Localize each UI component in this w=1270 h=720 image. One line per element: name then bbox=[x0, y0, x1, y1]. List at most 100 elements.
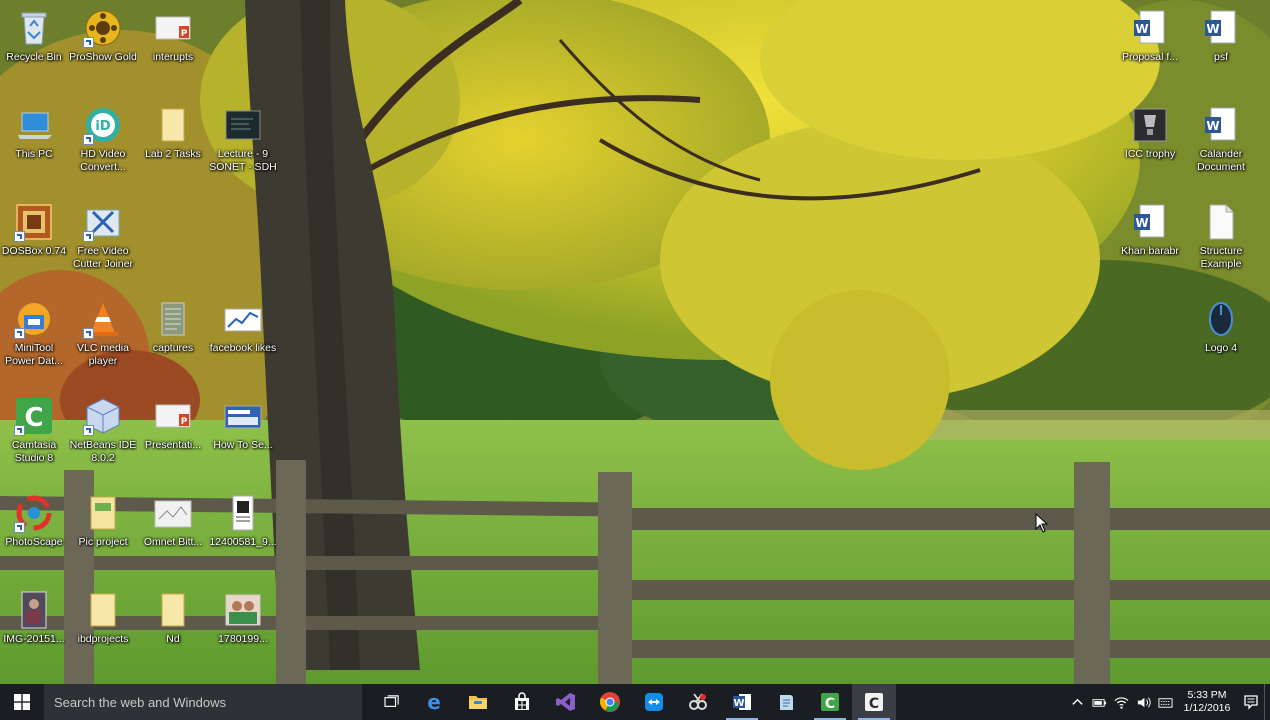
desktop-icon-logo-4[interactable]: Logo 4 bbox=[1187, 295, 1255, 387]
taskbar-app-snipping[interactable] bbox=[676, 684, 720, 720]
clock-button[interactable]: 5:33 PM 1/12/2016 bbox=[1176, 684, 1238, 720]
desktop-icon-camtasia[interactable]: C Camtasia Studio 8 bbox=[0, 392, 68, 484]
desktop-icon-psf[interactable]: W psf bbox=[1187, 4, 1255, 96]
desktop-icon-lab-2-tasks[interactable]: Lab 2 Tasks bbox=[139, 101, 207, 193]
action-center-button[interactable] bbox=[1238, 684, 1264, 720]
svg-text:W: W bbox=[1206, 119, 1219, 133]
desktop-icon-nd[interactable]: Nd bbox=[139, 586, 207, 678]
taskbar-app-store[interactable] bbox=[500, 684, 544, 720]
desktop-icon-1780199[interactable]: 1780199... bbox=[209, 586, 277, 678]
desktop-icon-label: This PC bbox=[15, 148, 53, 160]
taskbar-app-teamviewer[interactable] bbox=[632, 684, 676, 720]
desktop-icon-recycle-bin[interactable]: Recycle Bin bbox=[0, 4, 68, 96]
desktop-icon-free-video-cutter[interactable]: Free Video Cutter Joiner bbox=[69, 198, 137, 290]
desktop-icon-label: PhotoScape bbox=[5, 536, 63, 548]
taskbar-app-chrome[interactable] bbox=[588, 684, 632, 720]
taskbar-app-word[interactable]: W bbox=[720, 684, 764, 720]
chrome-icon bbox=[599, 692, 620, 712]
taskbar-app-file-explorer[interactable] bbox=[456, 684, 500, 720]
system-tray: 5:33 PM 1/12/2016 bbox=[1066, 684, 1270, 720]
trophy-image-icon bbox=[1130, 105, 1170, 145]
svg-text:e: e bbox=[427, 691, 441, 713]
desktop-icon-interupts[interactable]: P interupts bbox=[139, 4, 207, 96]
desktop-icon-photoscape[interactable]: PhotoScape bbox=[0, 489, 68, 581]
snipping-icon bbox=[689, 693, 707, 710]
wifi-icon bbox=[1114, 696, 1128, 709]
desktop-icon-hd-video-converter[interactable]: iD HD Video Convert... bbox=[69, 101, 137, 193]
desktop-icon-label: Lab 2 Tasks bbox=[145, 148, 201, 160]
desktop-icon-label: facebook likes bbox=[209, 342, 277, 354]
taskbar-app-notepad[interactable] bbox=[764, 684, 808, 720]
volume-button[interactable] bbox=[1132, 684, 1154, 720]
desktop-icon-label: Recycle Bin bbox=[6, 51, 62, 63]
desktop-icon-label: Camtasia Studio 8 bbox=[11, 439, 57, 464]
folder-icon bbox=[153, 105, 193, 145]
folder-icon bbox=[83, 493, 123, 533]
taskbar-app-edge[interactable]: e bbox=[412, 684, 456, 720]
desktop-icon-icc-trophy[interactable]: ICC trophy bbox=[1116, 101, 1184, 193]
desktop-icon-presentation[interactable]: P Presentati... bbox=[139, 392, 207, 484]
start-button[interactable] bbox=[0, 684, 44, 720]
minitool-icon bbox=[14, 299, 54, 339]
desktop-icon-captures[interactable]: captures bbox=[139, 295, 207, 387]
desktop-icon-ibdprojects[interactable]: ibdprojects bbox=[69, 586, 137, 678]
battery-button[interactable] bbox=[1088, 684, 1110, 720]
desktop-icon-label: Structure Example bbox=[1199, 245, 1243, 270]
desktop-icon-proposal[interactable]: W Proposal f... bbox=[1116, 4, 1184, 96]
desktop-icon-label: Khan barabr bbox=[1121, 245, 1179, 257]
search-placeholder: Search the web and Windows bbox=[54, 694, 226, 710]
desktop-icon-label: Nd bbox=[166, 633, 180, 645]
desktop-icon-label: Proposal f... bbox=[1121, 51, 1179, 63]
desktop-icon-pic-project[interactable]: Pic project bbox=[69, 489, 137, 581]
desktop-icon-facebook-likes[interactable]: facebook likes bbox=[209, 295, 277, 387]
speaker-icon bbox=[1137, 696, 1151, 708]
camtasia-recorder-icon: C bbox=[865, 693, 883, 712]
taskbar-app-camtasia-studio[interactable]: C bbox=[808, 684, 852, 720]
desktop-icon-proshow-gold[interactable]: ProShow Gold bbox=[69, 4, 137, 96]
desktop-icon-how-to-se[interactable]: How To Se... bbox=[209, 392, 277, 484]
desktop-icon-label: Lecture - 9 SONET - SDH bbox=[209, 148, 277, 173]
mouse-pointer-icon bbox=[1035, 512, 1049, 533]
search-input[interactable]: Search the web and Windows bbox=[44, 684, 362, 720]
clock-time: 5:33 PM bbox=[1187, 689, 1227, 701]
input-indicator-button[interactable] bbox=[1154, 684, 1176, 720]
text-document-icon bbox=[153, 299, 193, 339]
taskbar: Search the web and Windows e W C C 5:33 … bbox=[0, 684, 1270, 720]
desktop-icon-img-2015[interactable]: IMG-20151... bbox=[0, 586, 68, 678]
proshow-gold-icon bbox=[83, 8, 123, 48]
desktop-icon-label: psf bbox=[1213, 51, 1228, 63]
desktop-icon-12400581[interactable]: 12400581_9... bbox=[209, 489, 277, 581]
desktop-icon-minitool[interactable]: MiniTool Power Dat... bbox=[0, 295, 68, 387]
desktop-icon-structure-example[interactable]: Structure Example bbox=[1187, 198, 1255, 290]
photo-file-icon bbox=[14, 590, 54, 630]
desktop-icon-label: captures bbox=[152, 342, 194, 354]
desktop-icon-label: ibdprojects bbox=[77, 633, 129, 645]
word-document-icon: W bbox=[1201, 8, 1241, 48]
desktop-icon-khan-barabr[interactable]: W Khan barabr bbox=[1116, 198, 1184, 290]
taskbar-app-camtasia-recorder[interactable]: C bbox=[852, 684, 896, 720]
vlc-icon bbox=[83, 299, 123, 339]
desktop-icon-omnet[interactable]: Omnet Bitt... bbox=[139, 489, 207, 581]
desktop-icon-lecture-9[interactable]: Lecture - 9 SONET - SDH bbox=[209, 101, 277, 193]
word-document-icon: W bbox=[1130, 8, 1170, 48]
network-button[interactable] bbox=[1110, 684, 1132, 720]
this-pc-icon bbox=[14, 105, 54, 145]
desktop-icon-netbeans[interactable]: NetBeans IDE 8.0.2 bbox=[69, 392, 137, 484]
show-desktop-button[interactable] bbox=[1264, 684, 1270, 720]
word-document-icon: W bbox=[1130, 202, 1170, 242]
webpage-image-icon bbox=[223, 396, 263, 436]
desktop-icon-this-pc[interactable]: This PC bbox=[0, 101, 68, 193]
desktop-icon-label: HD Video Convert... bbox=[80, 148, 126, 173]
taskbar-app-visual-studio[interactable] bbox=[544, 684, 588, 720]
windows-logo-icon bbox=[14, 694, 30, 710]
recycle-bin-icon bbox=[14, 8, 54, 48]
desktop-icon-dosbox[interactable]: DOSBox 0.74 bbox=[0, 198, 68, 290]
show-hidden-icons-button[interactable] bbox=[1066, 684, 1088, 720]
powerpoint-file-icon: P bbox=[153, 396, 193, 436]
powerpoint-file-icon: P bbox=[153, 8, 193, 48]
desktop-icon-vlc[interactable]: VLC media player bbox=[69, 295, 137, 387]
task-view-button[interactable] bbox=[372, 684, 412, 720]
desktop-icon-label: ICC trophy bbox=[1124, 148, 1176, 160]
desktop-icon-calander-document[interactable]: W Calander Document bbox=[1187, 101, 1255, 193]
desktop-icon-label: Logo 4 bbox=[1204, 342, 1238, 354]
